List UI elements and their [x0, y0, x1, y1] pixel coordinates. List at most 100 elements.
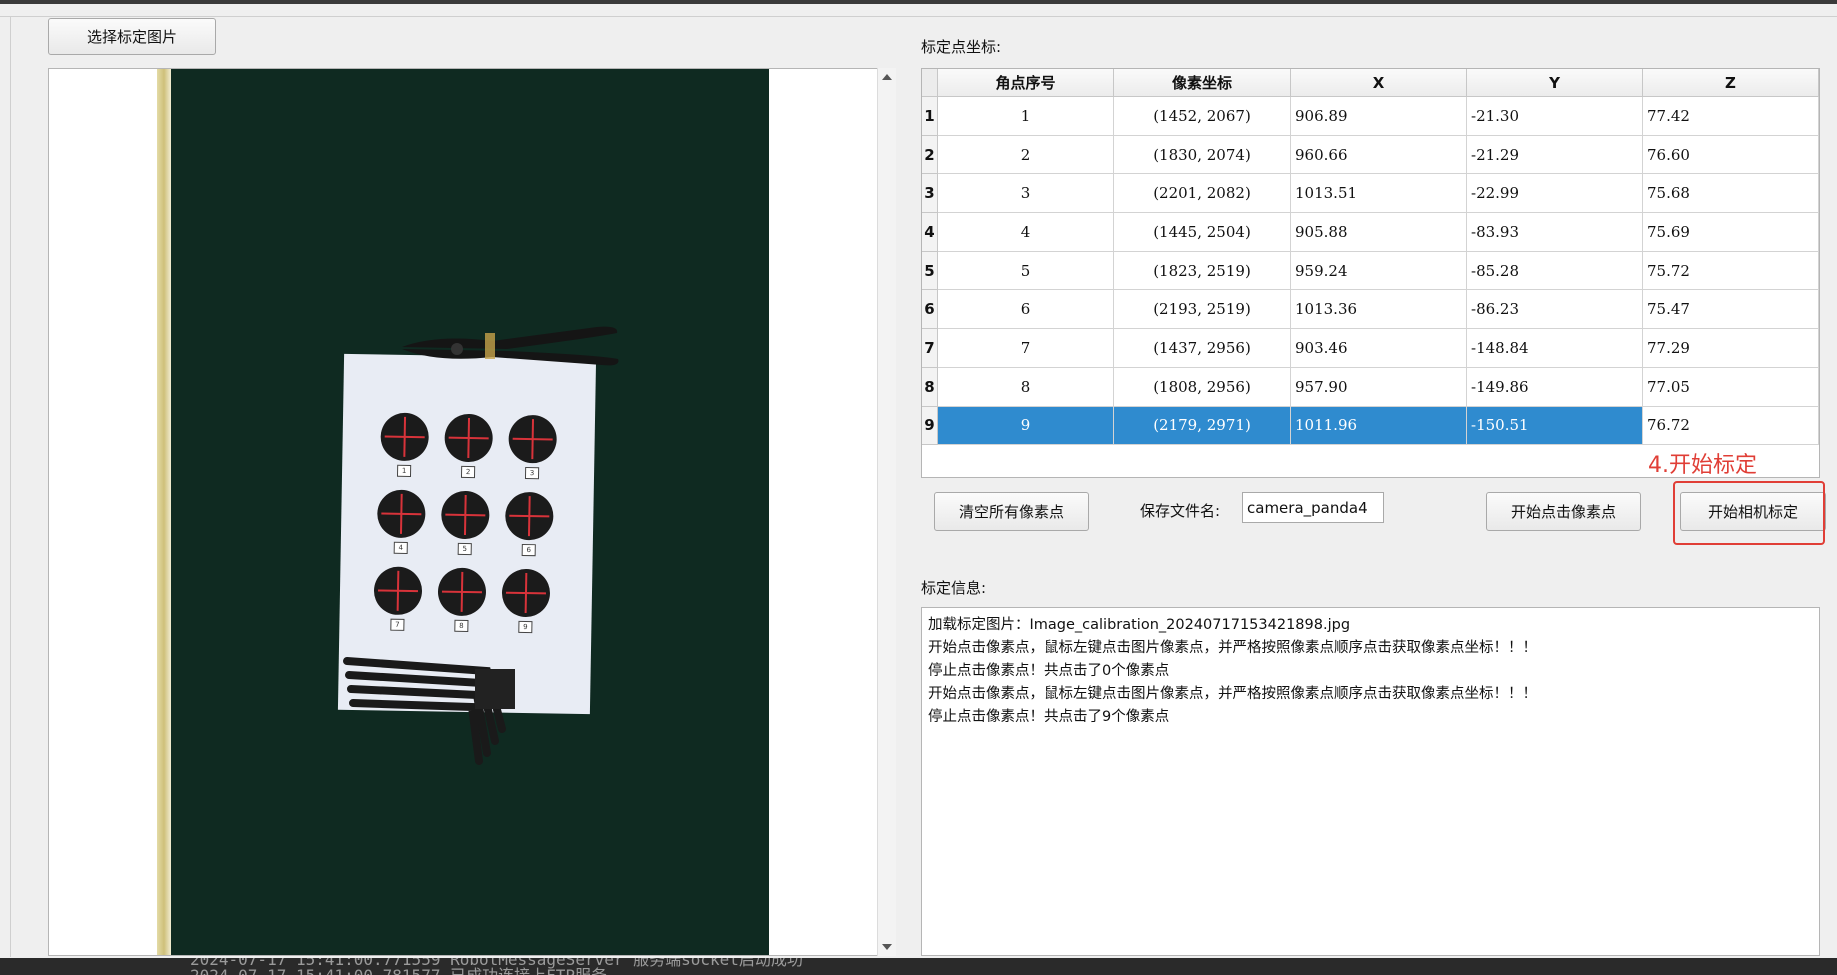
- info-title: 标定信息:: [921, 579, 987, 597]
- table-header: 角点序号 像素坐标 X Y Z: [938, 69, 1819, 97]
- start-click-pixels-button[interactable]: 开始点击像素点: [1486, 492, 1641, 531]
- target-label: 1: [396, 464, 412, 478]
- clear-all-pixels-button[interactable]: 清空所有像素点: [934, 492, 1089, 531]
- calibration-target: [444, 413, 494, 463]
- row-header[interactable]: 5: [922, 251, 938, 291]
- cell-z[interactable]: 75.69: [1643, 213, 1819, 252]
- table-row[interactable]: 7 (1437, 2956) 903.46 -148.84 77.29: [938, 329, 1819, 368]
- cell-pixel-coord[interactable]: (2201, 2082): [1114, 174, 1291, 214]
- cell-index[interactable]: 3: [938, 174, 1114, 214]
- divider: [0, 16, 1837, 17]
- log-line: 停止点击像素点！共点击了0个像素点: [928, 663, 1170, 679]
- calibration-photo[interactable]: 1 2 3 4 5 6 7 8 9: [157, 69, 769, 955]
- row-header[interactable]: 6: [922, 290, 938, 330]
- cell-z[interactable]: 75.47: [1643, 290, 1819, 330]
- cell-pixel-coord[interactable]: (1445, 2504): [1114, 213, 1291, 252]
- cell-x[interactable]: 903.46: [1291, 329, 1467, 368]
- cell-y[interactable]: -21.30: [1467, 97, 1643, 136]
- cell-y[interactable]: -21.29: [1467, 135, 1643, 175]
- cell-index[interactable]: 7: [938, 329, 1114, 368]
- image-viewer[interactable]: 1 2 3 4 5 6 7 8 9: [48, 68, 896, 956]
- cell-index[interactable]: 8: [938, 367, 1114, 407]
- cell-pixel-coord[interactable]: (2179, 2971): [1114, 406, 1291, 446]
- cell-pixel-coord[interactable]: (2193, 2519): [1114, 290, 1291, 330]
- cell-y[interactable]: -150.51: [1467, 406, 1643, 446]
- calibration-target: [508, 414, 558, 464]
- cell-z[interactable]: 76.60: [1643, 135, 1819, 175]
- column-header[interactable]: X: [1291, 69, 1467, 97]
- row-header[interactable]: 2: [922, 135, 938, 175]
- cell-pixel-coord[interactable]: (1452, 2067): [1114, 97, 1291, 136]
- cell-pixel-coord[interactable]: (1808, 2956): [1114, 367, 1291, 407]
- log-line: 开始点击像素点，鼠标左键点击图片像素点，并严格按照像素点顺序点击获取像素点坐标！…: [928, 640, 1537, 656]
- cell-y[interactable]: -83.93: [1467, 213, 1643, 252]
- target-label: 3: [524, 467, 540, 480]
- cell-index[interactable]: 1: [938, 97, 1114, 136]
- row-header[interactable]: 1: [922, 97, 938, 136]
- cell-index[interactable]: 5: [938, 251, 1114, 291]
- table-row[interactable]: 6 (2193, 2519) 1013.36 -86.23 75.47: [938, 290, 1819, 330]
- annotation-text: 4.开始标定: [1648, 453, 1757, 478]
- table-row[interactable]: 4 (1445, 2504) 905.88 -83.93 75.69: [938, 213, 1819, 252]
- cell-y[interactable]: -86.23: [1467, 290, 1643, 330]
- row-headers: 1 2 3 4 5 6 7 8 9: [922, 97, 938, 446]
- save-filename-input[interactable]: camera_panda4: [1242, 492, 1384, 523]
- table-row[interactable]: 5 (1823, 2519) 959.24 -85.28 75.72: [938, 251, 1819, 291]
- cell-z[interactable]: 75.72: [1643, 251, 1819, 291]
- cell-z[interactable]: 77.42: [1643, 97, 1819, 136]
- cell-x[interactable]: 957.90: [1291, 367, 1467, 407]
- pliers-image: [402, 326, 619, 366]
- cell-y[interactable]: -149.86: [1467, 367, 1643, 407]
- log-line: 停止点击像素点！共点击了9个像素点: [928, 709, 1170, 725]
- cell-pixel-coord[interactable]: (1437, 2956): [1114, 329, 1291, 368]
- scroll-up-icon[interactable]: [882, 74, 892, 80]
- column-header[interactable]: 像素坐标: [1114, 69, 1291, 97]
- target-label: 7: [390, 618, 405, 631]
- console-output: 2024-07-17 15:41:00.771559 RobotMessageS…: [0, 958, 1837, 975]
- column-header[interactable]: Z: [1643, 69, 1819, 97]
- table-row[interactable]: 1 (1452, 2067) 906.89 -21.30 77.42: [938, 97, 1819, 136]
- cell-index[interactable]: 6: [938, 290, 1114, 330]
- cell-x[interactable]: 1011.96: [1291, 406, 1467, 446]
- log-line: 开始点击像素点，鼠标左键点击图片像素点，并严格按照像素点顺序点击获取像素点坐标！…: [928, 686, 1537, 702]
- calibration-target: [440, 490, 490, 540]
- cell-y[interactable]: -85.28: [1467, 251, 1643, 291]
- cell-index[interactable]: 9: [938, 406, 1114, 446]
- cell-pixel-coord[interactable]: (1823, 2519): [1114, 251, 1291, 291]
- table-row[interactable]: 2 (1830, 2074) 960.66 -21.29 76.60: [938, 135, 1819, 175]
- cell-x[interactable]: 1013.36: [1291, 290, 1467, 330]
- table-row[interactable]: 3 (2201, 2082) 1013.51 -22.99 75.68: [938, 174, 1819, 214]
- cell-x[interactable]: 906.89: [1291, 97, 1467, 136]
- cell-y[interactable]: -22.99: [1467, 174, 1643, 214]
- table-title: 标定点坐标:: [921, 38, 1002, 56]
- row-header[interactable]: 4: [922, 213, 938, 252]
- cell-y[interactable]: -148.84: [1467, 329, 1643, 368]
- cell-pixel-coord[interactable]: (1830, 2074): [1114, 135, 1291, 175]
- table-row[interactable]: 8 (1808, 2956) 957.90 -149.86 77.05: [938, 367, 1819, 407]
- cell-x[interactable]: 1013.51: [1291, 174, 1467, 214]
- row-header[interactable]: 9: [922, 406, 938, 446]
- column-header[interactable]: 角点序号: [938, 69, 1114, 97]
- cell-x[interactable]: 960.66: [1291, 135, 1467, 175]
- calibration-target: [504, 491, 554, 541]
- calibration-points-table[interactable]: 角点序号 像素坐标 X Y Z 1 2 3 4 5 6 7 8 9 1 (145…: [921, 68, 1820, 478]
- column-header[interactable]: Y: [1467, 69, 1643, 97]
- scroll-down-icon[interactable]: [882, 944, 892, 950]
- cell-z[interactable]: 77.29: [1643, 329, 1819, 368]
- image-viewer-scrollbar[interactable]: [877, 68, 896, 956]
- cell-x[interactable]: 905.88: [1291, 213, 1467, 252]
- table-row-selected[interactable]: 9 (2179, 2971) 1011.96 -150.51 76.72: [938, 406, 1819, 446]
- cell-index[interactable]: 4: [938, 213, 1114, 252]
- select-calibration-image-button[interactable]: 选择标定图片: [48, 18, 216, 55]
- target-label: 6: [521, 543, 536, 557]
- cell-x[interactable]: 959.24: [1291, 251, 1467, 291]
- cell-index[interactable]: 2: [938, 135, 1114, 175]
- cell-z[interactable]: 76.72: [1643, 406, 1819, 446]
- row-header[interactable]: 7: [922, 329, 938, 368]
- log-line: 加载标定图片：Image_calibration_202407171534218…: [928, 617, 1351, 633]
- row-header[interactable]: 8: [922, 367, 938, 407]
- cell-z[interactable]: 77.05: [1643, 367, 1819, 407]
- cell-z[interactable]: 75.68: [1643, 174, 1819, 214]
- row-header[interactable]: 3: [922, 174, 938, 214]
- calibration-info-log[interactable]: 加载标定图片：Image_calibration_202407171534218…: [921, 607, 1820, 956]
